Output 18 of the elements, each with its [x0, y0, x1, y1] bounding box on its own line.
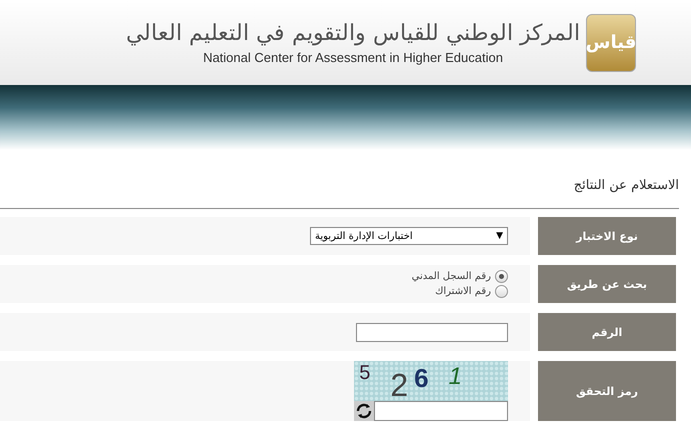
captcha-digit: 1: [448, 365, 462, 389]
center-title-arabic: المركز الوطني للقياس والتقويم في التعليم العالي: [126, 20, 580, 46]
center-title-english: National Center for Assessment in Higher Education: [203, 50, 503, 65]
radio-option[interactable]: رقم الاشتراك: [412, 285, 508, 298]
radio-option[interactable]: رقم السجل المدني: [412, 270, 508, 283]
captcha-input-field[interactable]: [374, 401, 508, 421]
field-label: نوع الاختبار: [538, 217, 676, 255]
refresh-icon[interactable]: [354, 401, 374, 421]
captcha-digit: 2: [390, 369, 408, 401]
field-label: الرقم: [538, 313, 676, 351]
captcha-digit: 6: [414, 365, 429, 391]
field-label: بحث عن طريق: [538, 265, 676, 303]
field-label: رمز التحقق: [538, 361, 676, 421]
page-title: الاستعلام عن النتائج: [572, 177, 680, 195]
logo: قياس: [586, 14, 636, 72]
test-type-dropdown[interactable]: اختبارات الإدارة التربوية ▼: [310, 227, 508, 245]
captcha-digit: 5: [359, 363, 370, 383]
number-input-field[interactable]: [356, 322, 508, 342]
